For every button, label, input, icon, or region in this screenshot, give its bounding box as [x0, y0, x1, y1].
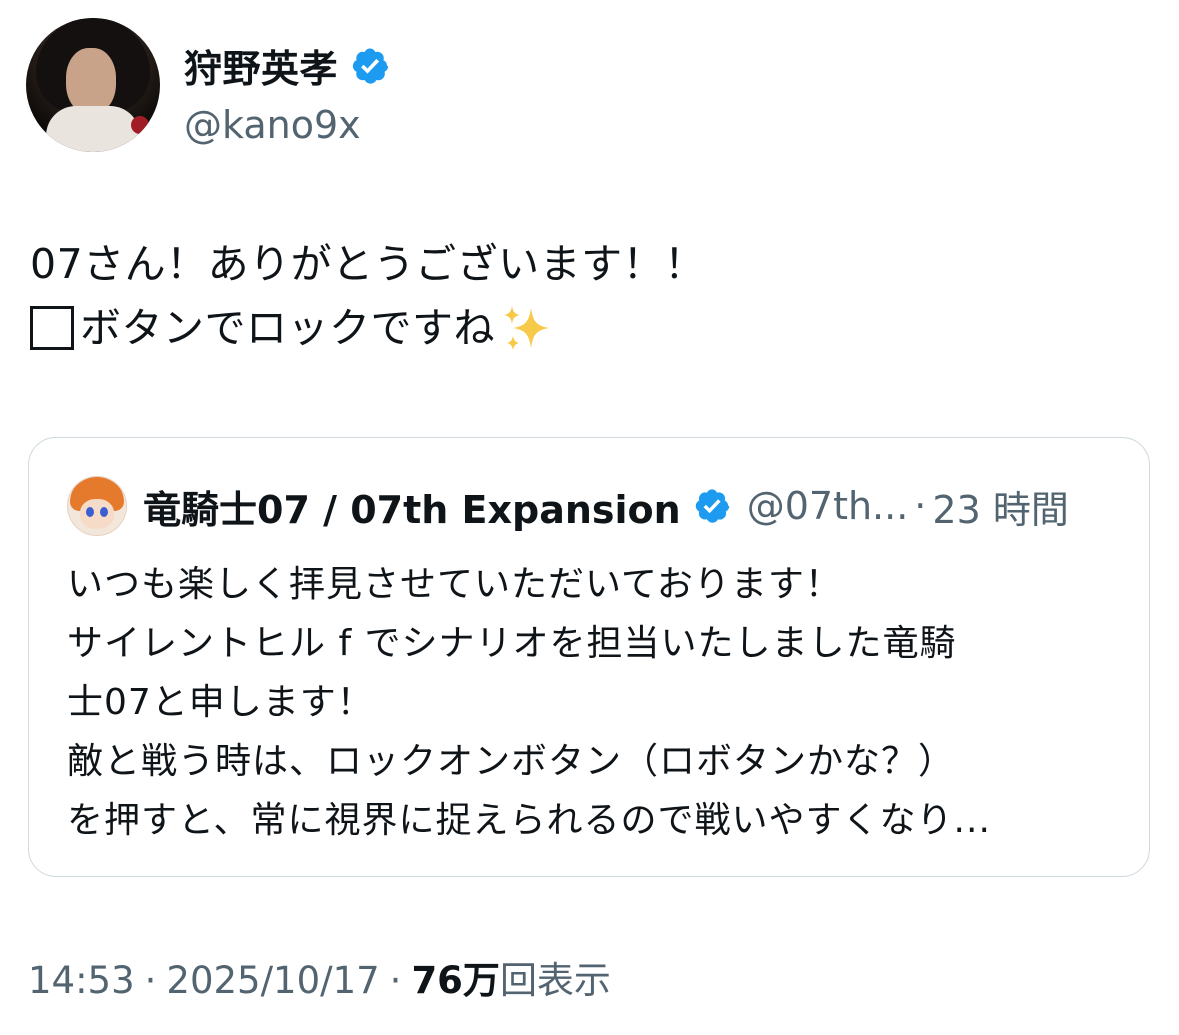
- tweet-line-2-text: ボタンでロックですね: [80, 304, 495, 352]
- quoted-verified-badge-icon: [695, 489, 729, 523]
- quoted-author-handle[interactable]: @07th...: [747, 484, 909, 528]
- tweet-line-2: ボタンでロックですね: [30, 296, 706, 360]
- tweet-text: 07さん！ありがとうございます！！ ボタンでロックですね: [30, 232, 706, 360]
- tweet-header: 狩野英孝 @kano9x: [26, 18, 390, 152]
- views-count: 76万: [411, 959, 500, 1002]
- square-button-icon: [30, 306, 74, 350]
- quoted-author-avatar[interactable]: [67, 476, 127, 536]
- sparkles-icon: [504, 306, 549, 350]
- meta-separator: ·: [144, 959, 157, 1002]
- tweet-line-1: 07さん！ありがとうございます！！: [30, 240, 706, 288]
- quoted-author-display-name[interactable]: 竜騎士07 / 07th Expansion: [143, 479, 681, 534]
- views-label: 回表示: [499, 959, 611, 1002]
- quoted-line: 敵と戦う時は、ロックオンボタン（ロボタンかな？）: [67, 741, 956, 782]
- tweet-date[interactable]: 2025/10/17: [166, 959, 379, 1002]
- tweet-meta: 14:53 · 2025/10/17 · 76万 回表示: [28, 950, 611, 1004]
- quoted-line: いつも楽しく拝見させていただいております！: [67, 564, 842, 605]
- quoted-tweet-text: いつも楽しく拝見させていただいております！ サイレントヒル f でシナリオを担当…: [67, 555, 991, 850]
- quoted-line: を押すと、常に視界に捉えられるので戦いやすくなり...: [67, 800, 991, 841]
- tweet-time[interactable]: 14:53: [28, 959, 135, 1002]
- author-avatar[interactable]: [26, 18, 160, 152]
- quoted-timestamp[interactable]: 23 時間: [932, 479, 1068, 534]
- quoted-line: サイレントヒル f でシナリオを担当いたしました竜騎: [67, 623, 957, 664]
- author-display-name[interactable]: 狩野英孝: [184, 38, 338, 93]
- author-handle[interactable]: @kano9x: [184, 103, 390, 147]
- meta-separator: ·: [389, 959, 402, 1002]
- author-names: 狩野英孝 @kano9x: [184, 18, 390, 147]
- quoted-tweet-header: 竜騎士07 / 07th Expansion @07th... · 23 時間: [67, 476, 1069, 536]
- verified-badge-icon[interactable]: [350, 46, 390, 86]
- author-name-row: 狩野英孝: [184, 38, 390, 93]
- quoted-separator: ·: [914, 484, 927, 528]
- quoted-line: 士07と申します！: [67, 682, 374, 723]
- quoted-tweet-card[interactable]: 竜騎士07 / 07th Expansion @07th... · 23 時間 …: [28, 437, 1150, 877]
